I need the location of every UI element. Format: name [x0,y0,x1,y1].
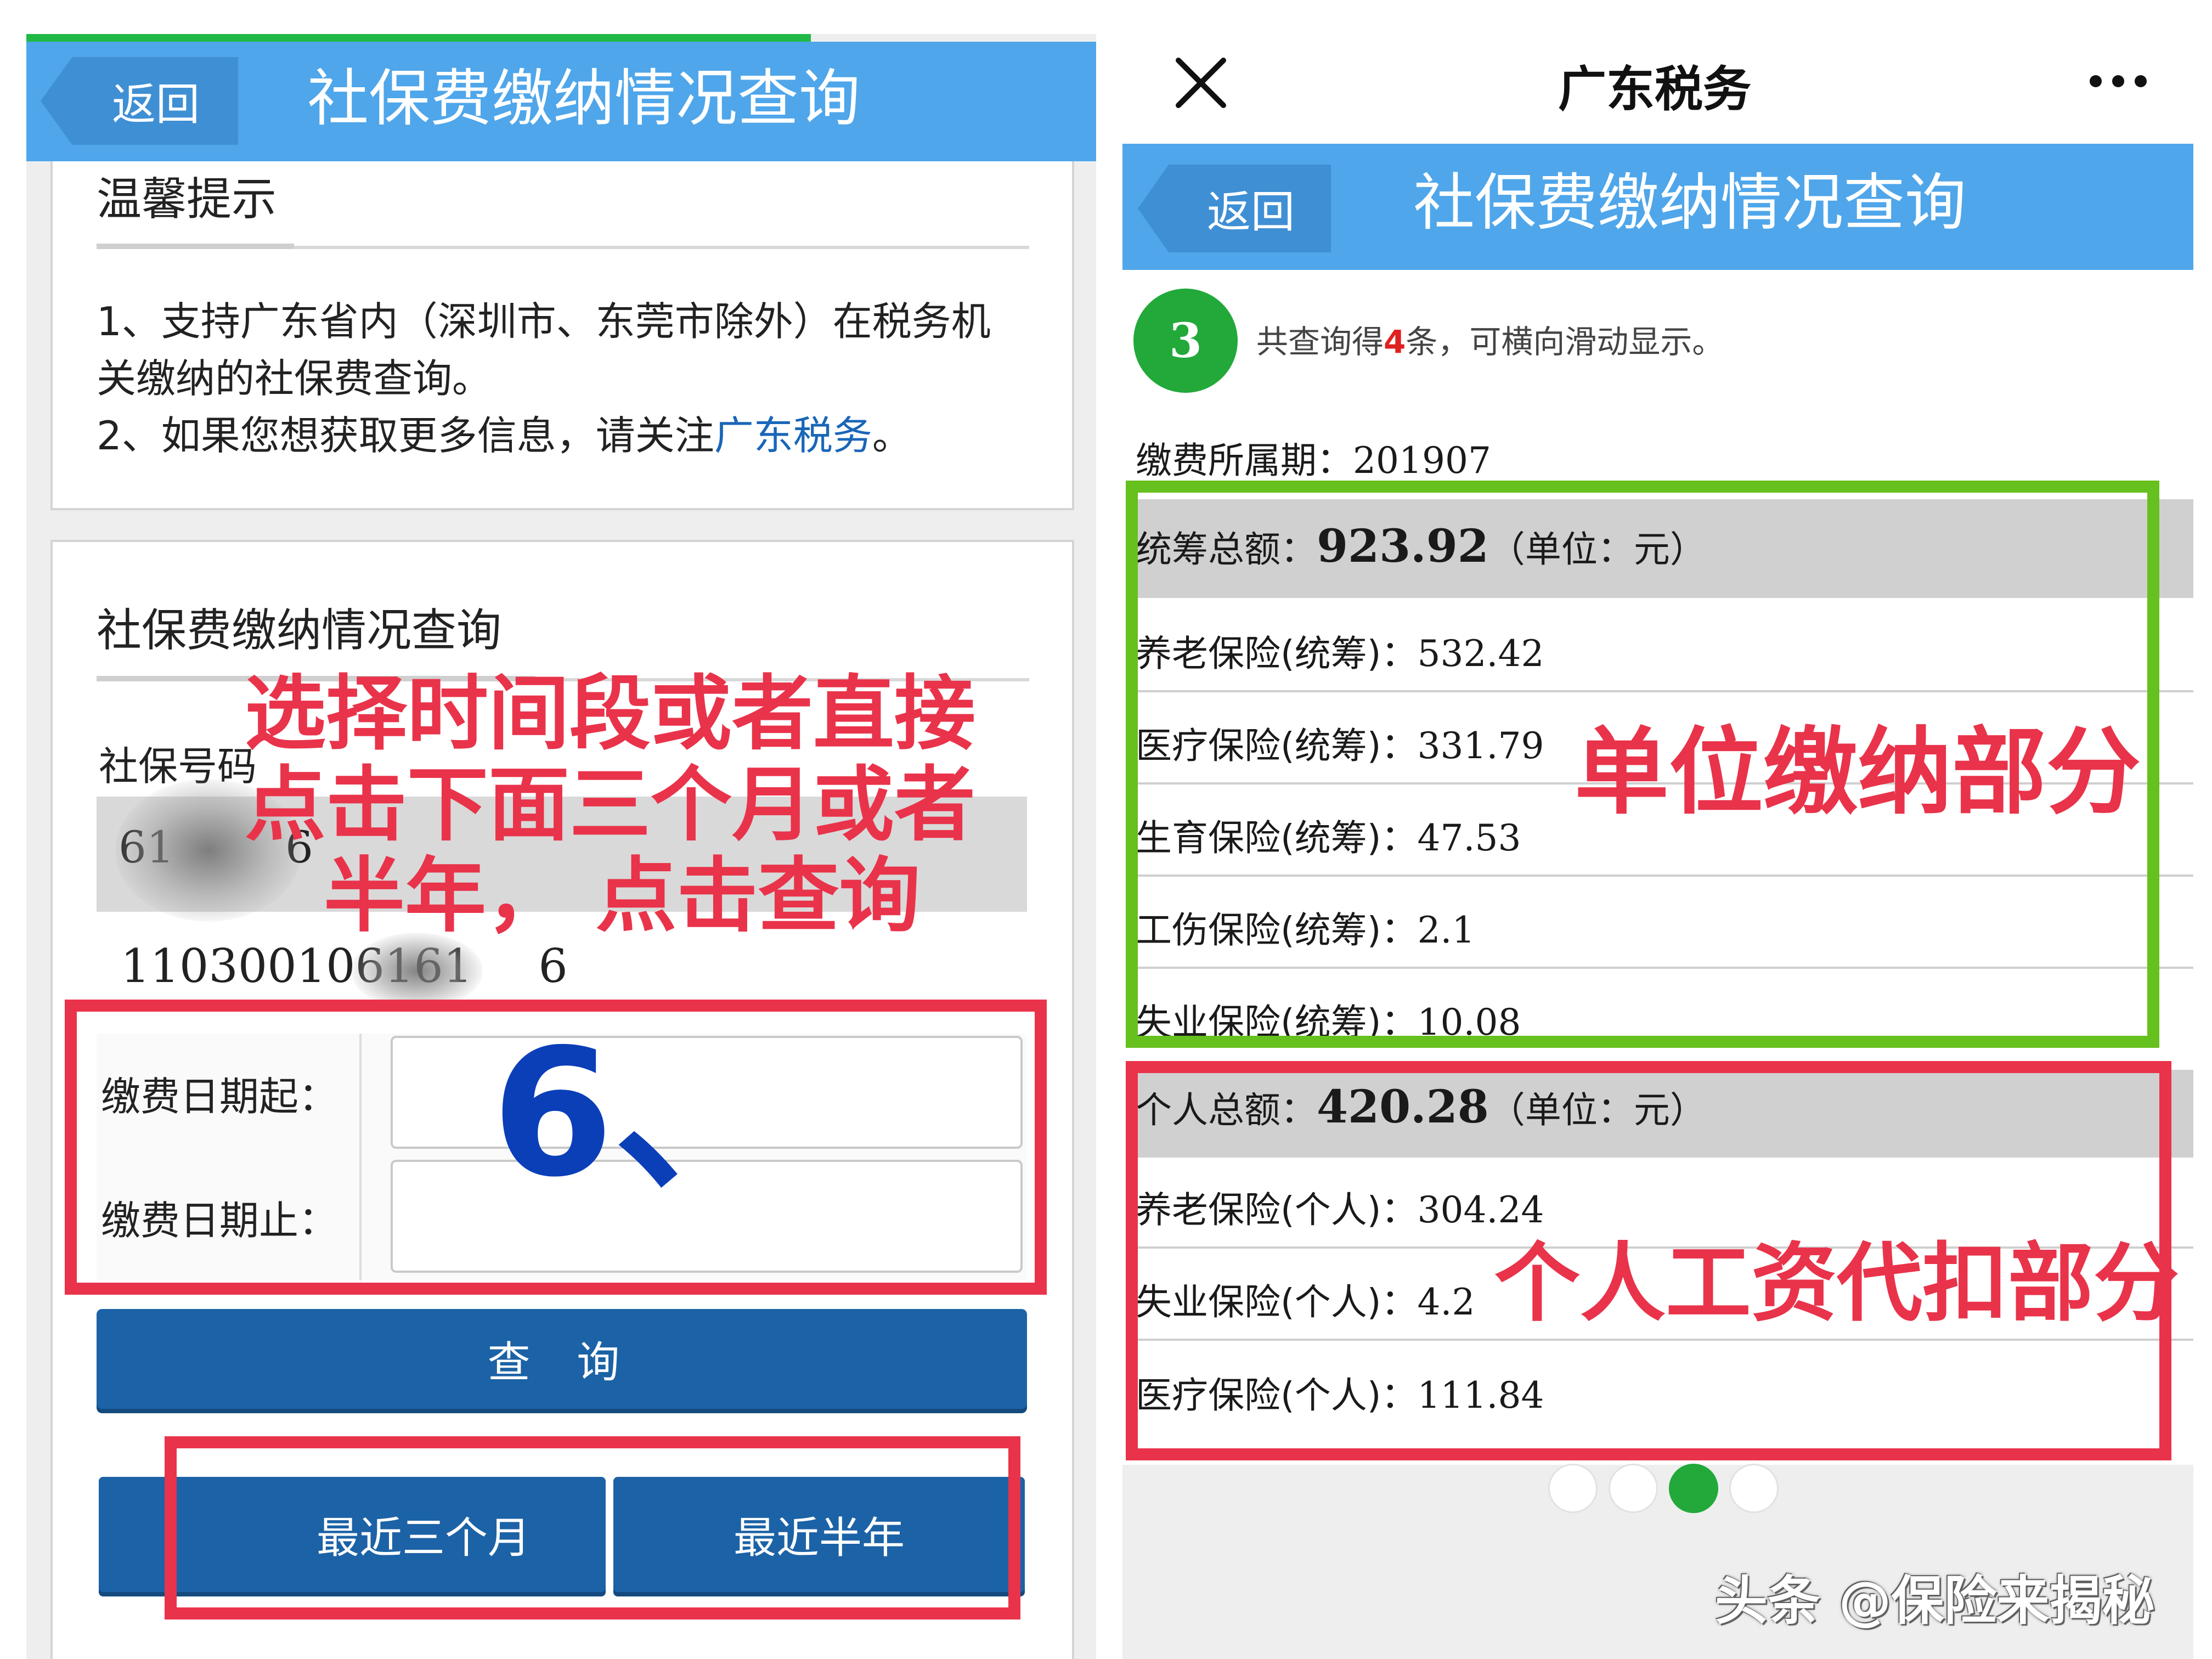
tip-line-3-suffix: 。 [872,413,912,459]
close-icon[interactable] [1171,53,1231,113]
account-redaction [351,933,483,1009]
account-number: 110300106161 6 [121,939,568,993]
back-button[interactable]: 返回 [41,57,238,145]
tip-line-2: 关缴纳的社保费查询。 [97,356,492,402]
carousel-dot[interactable] [1729,1464,1779,1513]
tip-line-1: 1、支持广东省内（深圳市、东莞市除外）在税务机 [97,298,991,345]
account-number-suffix: 6 [538,939,568,993]
employer-part-annotation: 单位缴纳部分 [1575,717,2141,827]
result-summary-suffix: 条，可横向滑动显示。 [1406,323,1724,360]
miniapp-title: 广东税务 [1558,61,1752,117]
result-summary: 共查询得4条，可横向滑动显示。 [1256,316,1724,362]
result-count: 4 [1384,323,1406,360]
tips-title-underline [97,244,294,249]
right-page-title: 社保费缴纳情况查询 [1413,167,1966,239]
more-icon[interactable] [2088,70,2148,92]
record-index-badge: 3 [1133,289,1238,393]
payment-period: 缴费所属期：201907 [1136,431,1491,484]
instruction-annotation-line-1: 选择时间段或者直接 [245,667,975,761]
carousel-pagination [1548,1464,1779,1513]
payment-period-value: 201907 [1353,439,1491,482]
page-load-progress [26,34,811,42]
query-submit-button[interactable]: 查 询 [97,1309,1027,1409]
watermark: 头条 @保险来揭秘 [1715,1570,2155,1632]
personal-part-annotation: 个人工资代扣部分 [1494,1233,2179,1333]
step-number-annotation: 6、 [492,1012,789,1216]
instruction-annotation-line-2: 点击下面三个月或者 [245,758,975,852]
page-title: 社保费缴纳情况查询 [307,63,860,134]
tip-line-3-prefix: 2、如果您想获取更多信息，请关注 [97,413,714,459]
query-card-title: 社保费缴纳情况查询 [97,605,502,657]
quick-buttons-highlight [165,1436,1020,1620]
right-back-button-label: 返回 [1207,187,1295,238]
carousel-dot[interactable] [1669,1464,1718,1513]
carousel-dot[interactable] [1609,1464,1658,1513]
back-button-label: 返回 [112,79,200,130]
tips-title: 温馨提示 [97,173,277,225]
right-back-button[interactable]: 返回 [1138,165,1331,252]
carousel-dot[interactable] [1548,1464,1598,1513]
instruction-annotation-line-3: 半年， 点击查询 [324,849,921,943]
guangdong-tax-link[interactable]: 广东税务 [714,413,872,459]
payment-period-label: 缴费所属期： [1136,439,1353,482]
result-summary-prefix: 共查询得 [1256,323,1384,360]
tip-line-3: 2、如果您想获取更多信息，请关注广东税务。 [97,407,912,464]
